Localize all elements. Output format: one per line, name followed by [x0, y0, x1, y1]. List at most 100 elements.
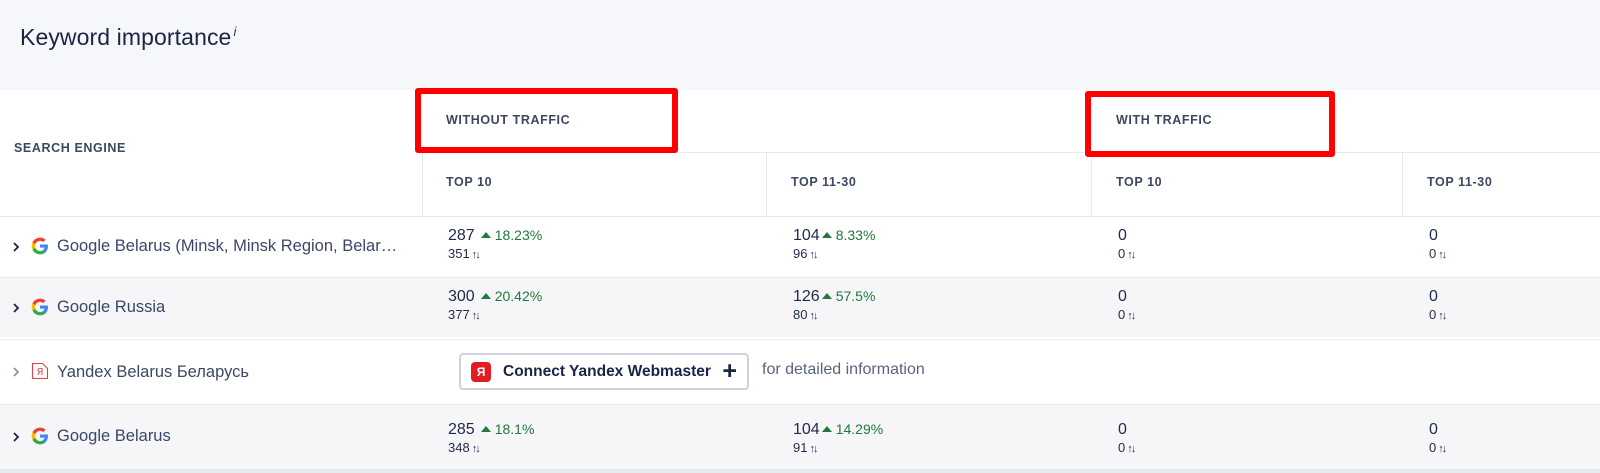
highlight-with-traffic — [1085, 91, 1335, 157]
col-divider — [1402, 152, 1403, 216]
cell-wo-top11-30: 104 14.29% 91 ↑↓ — [793, 421, 883, 455]
engine-name[interactable]: Yandex Belarus Беларусь — [57, 363, 249, 382]
delta-badge: 20.42% — [480, 288, 543, 304]
table-row[interactable]: Google Belarus 285 18.1% 348 ↑↓ 104 14.29% … — [0, 404, 1600, 469]
value-main: 0 — [1118, 288, 1127, 305]
value-main: 287 — [448, 227, 475, 244]
value-sub: 91 — [793, 440, 808, 455]
sort-arrows-icon: ↑↓ — [1438, 249, 1447, 261]
sort-arrows-icon: ↑↓ — [809, 249, 818, 261]
chevron-right-icon[interactable] — [11, 367, 21, 377]
sort-arrows-icon: ↑↓ — [809, 310, 818, 322]
cell-w-top11-30: 0 0 ↑↓ — [1429, 421, 1447, 455]
delta-value: 20.42% — [494, 288, 543, 304]
sort-arrows-icon: ↑↓ — [1438, 310, 1447, 322]
value-sub: 0 — [1118, 307, 1126, 322]
table-row[interactable]: Google Belarus (Minsk, Minsk Region, Bel… — [0, 216, 1600, 276]
delta-badge: 18.23% — [480, 227, 543, 243]
google-icon — [31, 298, 48, 316]
sort-arrows-icon: ↑↓ — [471, 249, 481, 261]
header-wo-top10[interactable]: TOP 10 — [446, 175, 492, 189]
header-band — [0, 0, 1600, 90]
value-main: 0 — [1429, 227, 1438, 244]
info-icon[interactable]: i — [233, 24, 236, 39]
header-search-engine: SEARCH ENGINE — [14, 141, 126, 155]
cell-w-top10: 0 0 ↑↓ — [1118, 421, 1136, 455]
cell-w-top11-30: 0 0 ↑↓ — [1429, 227, 1447, 261]
arrow-up-icon — [821, 232, 832, 238]
table-bottom-border — [0, 469, 1600, 473]
cell-w-top10: 0 0 ↑↓ — [1118, 227, 1136, 261]
value-sub: 0 — [1118, 246, 1126, 261]
value-main: 104 — [793, 227, 820, 244]
arrow-up-icon — [821, 293, 832, 299]
google-icon — [31, 237, 48, 255]
header-w-top11-30[interactable]: TOP 11-30 — [1427, 175, 1492, 189]
cell-w-top10: 0 0 ↑↓ — [1118, 288, 1136, 322]
value-main: 0 — [1118, 421, 1127, 438]
delta-badge: 14.29% — [821, 421, 884, 437]
yandex-icon: Я — [31, 362, 49, 380]
delta-value: 18.1% — [494, 421, 535, 437]
delta-value: 18.23% — [494, 227, 543, 243]
sort-arrows-icon: ↑↓ — [809, 443, 818, 455]
engine-name[interactable]: Google Belarus (Minsk, Minsk Region, Bel… — [57, 237, 397, 256]
cell-wo-top11-30: 104 8.33% 96 ↑↓ — [793, 227, 875, 261]
col-divider — [422, 152, 423, 216]
value-sub: 96 — [793, 246, 808, 261]
chevron-right-icon[interactable] — [11, 242, 21, 252]
cell-wo-top10: 300 20.42% 377 ↑↓ — [448, 288, 542, 322]
cell-w-top11-30: 0 0 ↑↓ — [1429, 288, 1447, 322]
col-divider — [766, 152, 767, 216]
value-main: 0 — [1118, 227, 1127, 244]
value-sub: 377 — [448, 307, 470, 322]
svg-text:Я: Я — [37, 367, 44, 378]
sort-arrows-icon: ↑↓ — [1127, 249, 1136, 261]
page-title-text: Keyword importance — [20, 24, 232, 50]
header-w-top10[interactable]: TOP 10 — [1116, 175, 1162, 189]
delta-value: 57.5% — [835, 288, 876, 304]
chevron-right-icon[interactable] — [11, 303, 21, 313]
value-sub: 0 — [1429, 307, 1437, 322]
value-sub: 80 — [793, 307, 808, 322]
highlight-without-traffic — [415, 88, 678, 153]
connect-button-label: Connect Yandex Webmaster — [503, 362, 711, 380]
header-wo-top11-30[interactable]: TOP 11-30 — [791, 175, 856, 189]
arrow-up-icon — [480, 426, 491, 432]
value-sub: 351 — [448, 246, 470, 261]
delta-badge: 8.33% — [821, 227, 876, 243]
plus-icon: + — [722, 357, 737, 385]
table-row[interactable]: Google Russia 300 20.42% 377 ↑↓ 126 57.5% 8… — [0, 277, 1600, 337]
chevron-right-icon[interactable] — [11, 432, 21, 442]
value-main: 300 — [448, 288, 475, 305]
page-title: Keyword importance i — [20, 24, 236, 51]
sort-arrows-icon: ↑↓ — [471, 310, 481, 322]
delta-value: 8.33% — [835, 227, 876, 243]
engine-name[interactable]: Google Belarus — [57, 427, 171, 446]
cell-wo-top11-30: 126 57.5% 80 ↑↓ — [793, 288, 875, 322]
value-main: 0 — [1429, 421, 1438, 438]
sort-arrows-icon: ↑↓ — [1438, 443, 1447, 455]
arrow-up-icon — [480, 293, 491, 299]
engine-name[interactable]: Google Russia — [57, 298, 165, 317]
delta-value: 14.29% — [835, 421, 884, 437]
sort-arrows-icon: ↑↓ — [1127, 443, 1136, 455]
sort-arrows-icon: ↑↓ — [471, 443, 481, 455]
delta-badge: 57.5% — [821, 288, 876, 304]
detail-info-text: for detailed information — [762, 361, 925, 378]
value-sub: 0 — [1429, 440, 1437, 455]
delta-badge: 18.1% — [480, 421, 535, 437]
connect-yandex-webmaster-button[interactable]: Я Connect Yandex Webmaster + — [459, 353, 749, 390]
arrow-up-icon — [480, 232, 491, 238]
value-main: 285 — [448, 421, 475, 438]
arrow-up-icon — [821, 426, 832, 432]
cell-wo-top10: 287 18.23% 351 ↑↓ — [448, 227, 542, 261]
google-icon — [31, 427, 48, 445]
col-divider — [1091, 152, 1092, 216]
value-sub: 0 — [1118, 440, 1126, 455]
value-sub: 0 — [1429, 246, 1437, 261]
table-row[interactable]: Я Yandex Belarus Беларусь Я Connect Yand… — [0, 339, 1600, 403]
yandex-icon: Я — [471, 361, 491, 382]
value-sub: 348 — [448, 440, 470, 455]
sort-arrows-icon: ↑↓ — [1127, 310, 1136, 322]
